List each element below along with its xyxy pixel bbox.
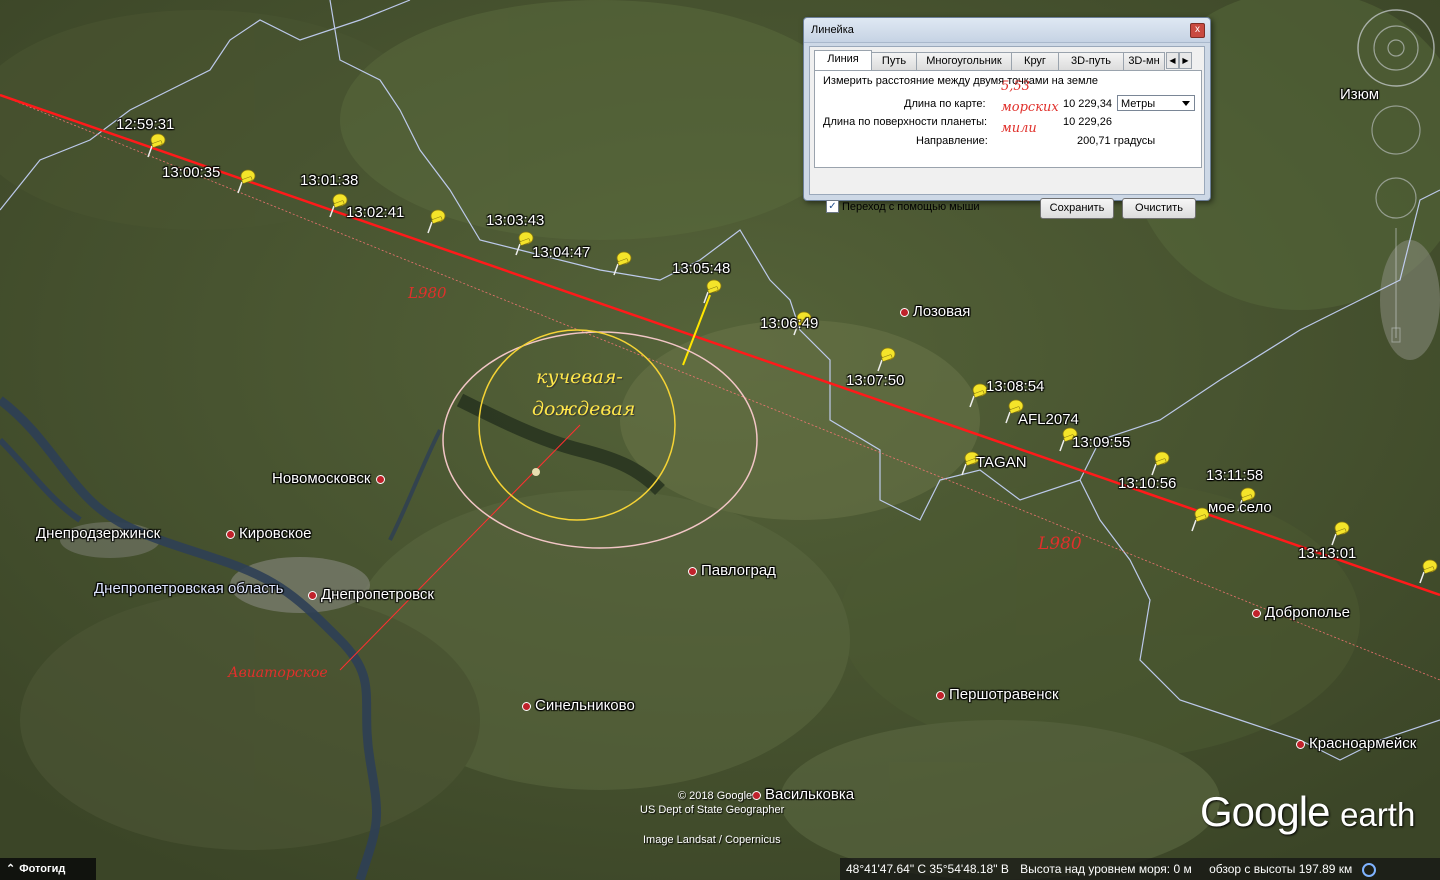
streaming-icon [1361, 862, 1376, 877]
ruler-note-unit2: мили [1001, 121, 1037, 136]
mouse-nav-checkbox[interactable]: ✓ [826, 200, 839, 213]
city-label: Кировское [226, 525, 312, 542]
pushpin-icon[interactable] [1150, 450, 1172, 476]
city-label: Новомосковск [272, 470, 389, 487]
time-label: 13:10:56 [1118, 475, 1177, 492]
surface-length-label: Длина по поверхности планеты: [823, 116, 988, 128]
map-length-label: Длина по карте: [904, 98, 986, 110]
time-label: 13:13:01 [1298, 545, 1357, 562]
flight-label: AFL2074 [1018, 411, 1079, 428]
google-earth-logo: Google earth [1200, 788, 1416, 835]
time-label: 13:08:54 [986, 378, 1045, 395]
unit-select[interactable]: Метры [1117, 95, 1195, 111]
city-label: Днепропетровск [308, 586, 434, 603]
direction-label: Направление: [916, 135, 988, 147]
satellite-map[interactable] [0, 0, 1440, 880]
image-credit: Image Landsat / Copernicus [643, 834, 781, 846]
time-label: 13:01:38 [300, 172, 359, 189]
tab-scroll-right-icon[interactable]: ▶ [1179, 52, 1192, 69]
mouse-nav-label: Переход с помощью мыши [842, 201, 980, 213]
close-icon[interactable]: x [1190, 23, 1205, 38]
line-panel: Измерить расстояние между двумя точками … [814, 70, 1202, 168]
elevation-readout: Высота над уровнем моря: 0 м [1020, 862, 1192, 876]
status-bar: 48°41'47.64" С 35°54'48.18" В Высота над… [840, 858, 1440, 880]
city-label: Изюм [1340, 86, 1380, 103]
airway-label: L980 [1038, 534, 1082, 554]
time-label: 13:03:43 [486, 212, 545, 229]
city-label: Лозовая [900, 303, 970, 320]
ruler-note-unit1: морских [1001, 100, 1059, 115]
tab-line[interactable]: Линия [814, 50, 872, 72]
clear-button[interactable]: Очистить [1122, 198, 1196, 219]
city-label: Першотравенск [936, 686, 1059, 703]
time-label: 13:05:48 [672, 260, 731, 277]
city-label: Павлоград [688, 562, 776, 579]
time-label: 13:02:41 [346, 204, 405, 221]
city-label: Днепродзержинск [36, 525, 161, 542]
time-label: 13:09:55 [1072, 434, 1131, 451]
dialog-title: Линейка [811, 24, 854, 36]
dialog-titlebar[interactable]: Линейка x [804, 18, 1210, 43]
cloud-label-line2: дождевая [532, 398, 636, 420]
data-credit: US Dept of State Geographer [640, 804, 785, 816]
city-label: Синельниково [522, 697, 635, 714]
coordinates-readout: 48°41'47.64" С 35°54'48.18" В [846, 862, 1009, 876]
tab-polygon[interactable]: Многоугольник [916, 52, 1012, 71]
ruler-note-value: 5,53 [1001, 79, 1030, 94]
time-label: 13:04:47 [532, 244, 591, 261]
pushpin-icon[interactable] [1418, 558, 1440, 584]
airway-label: L980 [408, 284, 447, 302]
tab-scroll-left-icon[interactable]: ◀ [1166, 52, 1179, 69]
time-label: 13:06:49 [760, 315, 819, 332]
pushpin-icon[interactable] [702, 278, 724, 304]
aviator-label: Авиаторское [228, 665, 328, 681]
pushpin-icon[interactable] [876, 346, 898, 372]
map-length-value: 10 229,34 [1063, 98, 1112, 110]
city-label: Доброполье [1252, 604, 1350, 621]
region-label: Днепропетровская область [94, 580, 284, 597]
tour-guide-button[interactable]: ⌃ Фотогид [0, 858, 96, 880]
surface-length-value: 10 229,26 [1063, 116, 1112, 128]
pushpin-icon[interactable] [1330, 520, 1352, 546]
ruler-dialog[interactable]: Линейка x Линия Путь Многоугольник Круг … [803, 17, 1211, 219]
time-label: 12:59:31 [116, 116, 175, 133]
tab-circle[interactable]: Круг [1011, 52, 1059, 71]
waypoint-label: TAGAN [976, 454, 1027, 471]
time-label: 13:11:58 [1206, 467, 1264, 484]
tab-3d-path[interactable]: 3D-путь [1058, 52, 1124, 71]
copyright-text: © 2018 Google [678, 790, 753, 802]
place-label: мое село [1208, 499, 1272, 516]
tab-path[interactable]: Путь [871, 52, 917, 71]
direction-value: 200,71 градусы [1077, 135, 1156, 147]
save-button[interactable]: Сохранить [1040, 198, 1114, 219]
tab-3d-polygon[interactable]: 3D-мн [1123, 52, 1165, 71]
cloud-label-line1: кучевая- [536, 366, 623, 388]
city-label: Васильковка [752, 786, 854, 803]
time-label: 13:07:50 [846, 372, 905, 389]
pushpin-icon[interactable] [236, 168, 258, 194]
eye-altitude-readout: обзор с высоты 197.89 км [1209, 862, 1353, 876]
pushpin-icon[interactable] [146, 132, 168, 158]
city-label: Красноармейск [1296, 735, 1416, 752]
pushpin-icon[interactable] [612, 250, 634, 276]
description-text: Измерить расстояние между двумя точками … [823, 75, 1099, 87]
chevron-up-icon: ⌃ [6, 863, 16, 875]
time-label: 13:00:35 [162, 164, 221, 181]
pushpin-icon[interactable] [426, 208, 448, 234]
dialog-body: Линия Путь Многоугольник Круг 3D-путь 3D… [809, 46, 1205, 219]
